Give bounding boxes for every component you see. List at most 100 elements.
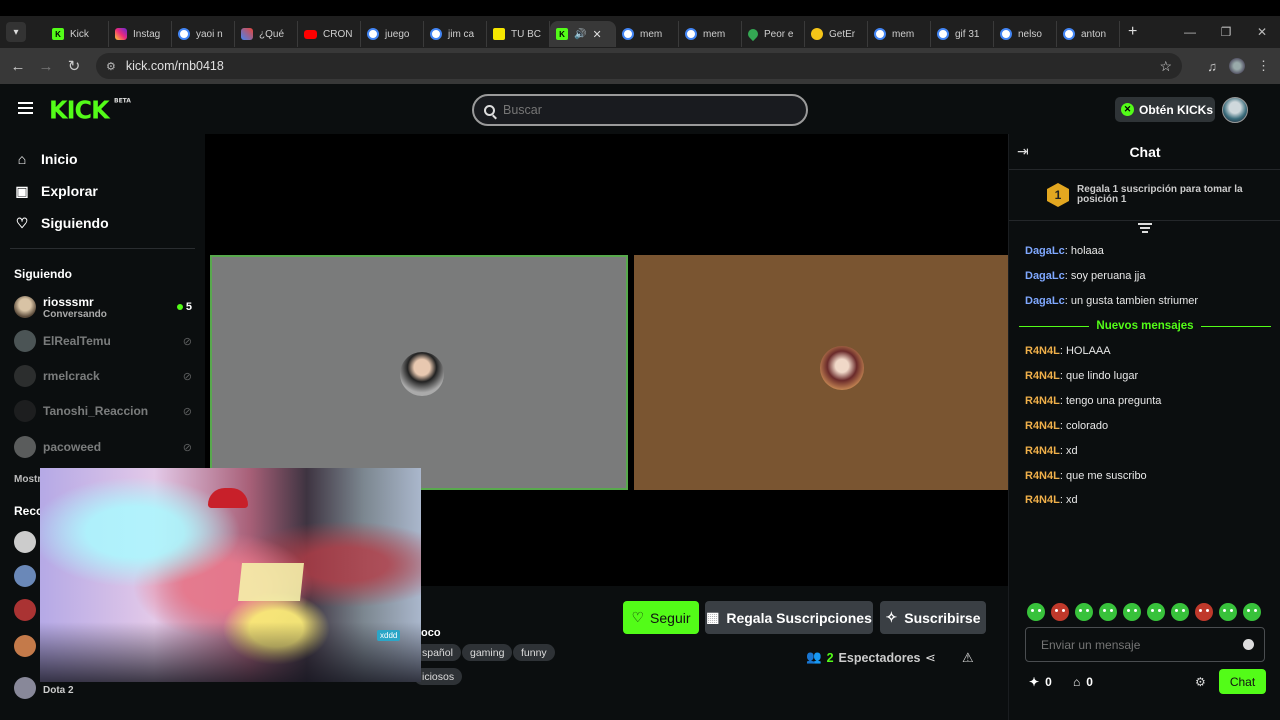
emote-icon[interactable] xyxy=(1099,603,1117,621)
browser-tab[interactable]: Peor e xyxy=(742,21,805,47)
address-bar[interactable]: ⚙ kick.com/rnb0418 ☆ xyxy=(96,53,1182,79)
follow-button[interactable]: ♡ Seguir xyxy=(623,601,699,634)
kicks-balance[interactable]: ✦ 0 xyxy=(1029,675,1052,689)
monitor-glow xyxy=(238,563,304,601)
tab-search-button[interactable]: ▾ xyxy=(6,22,26,42)
browser-tab[interactable]: gif 31 xyxy=(931,21,994,47)
chat-message: R4N4L: xd xyxy=(1025,494,1078,506)
close-window-icon[interactable]: ✕ xyxy=(1244,25,1280,39)
chat-username[interactable]: R4N4L xyxy=(1025,494,1060,506)
chat-username[interactable]: R4N4L xyxy=(1025,470,1060,482)
chat-username[interactable]: R4N4L xyxy=(1025,445,1060,457)
recommended-avatar[interactable] xyxy=(14,531,36,553)
emote-icon[interactable] xyxy=(1075,603,1093,621)
kick-logo[interactable]: KICK BETA xyxy=(49,95,131,124)
gift-leaderboard[interactable]: 1 Regala 1 suscripción para tomar la pos… xyxy=(1009,171,1280,221)
browser-tab[interactable]: jim ca xyxy=(424,21,487,47)
chat-username[interactable]: R4N4L xyxy=(1025,420,1060,432)
back-arrow-icon[interactable]: ← xyxy=(4,58,32,75)
tab-label: Instag xyxy=(133,28,161,40)
close-tab-icon[interactable]: ✕ xyxy=(592,28,601,41)
gift-icon: ▦ xyxy=(706,609,720,625)
tag-chip[interactable]: gaming xyxy=(462,644,513,661)
user-avatar[interactable] xyxy=(1222,97,1248,123)
chat-username[interactable]: R4N4L xyxy=(1025,395,1060,407)
chat-send-button[interactable]: Chat xyxy=(1219,669,1266,694)
browser-tab[interactable]: yaoi n xyxy=(172,21,235,47)
browser-menu-icon[interactable]: ⋮ xyxy=(1257,58,1270,74)
forward-arrow-icon[interactable]: → xyxy=(32,58,60,75)
browser-tab[interactable]: juego xyxy=(361,21,424,47)
browser-tab[interactable]: ¿Qué xyxy=(235,21,298,47)
emote-icon[interactable] xyxy=(1243,603,1261,621)
following-item-rmelcrack[interactable]: rmelcrack ⊘ xyxy=(14,365,192,387)
nav-following[interactable]: ♡ Siguiendo xyxy=(14,213,109,233)
chat-filter-icon[interactable] xyxy=(1138,221,1152,233)
profile-avatar-icon[interactable] xyxy=(1229,58,1245,74)
tab-label: mem xyxy=(640,28,663,40)
browser-tab[interactable]: nelso xyxy=(994,21,1057,47)
nav-explore[interactable]: ▣ Explorar xyxy=(14,181,97,201)
audio-icon[interactable]: 🔊 xyxy=(574,29,586,40)
tag-chip[interactable]: iciosos xyxy=(414,668,463,685)
chat-input-box[interactable] xyxy=(1025,627,1265,662)
store-balance[interactable]: ⌂ 0 xyxy=(1073,675,1093,689)
chat-username[interactable]: DagaLc xyxy=(1025,270,1065,282)
reload-icon[interactable]: ↻ xyxy=(60,57,88,75)
chat-username[interactable]: DagaLc xyxy=(1025,295,1065,307)
emoji-picker-icon[interactable] xyxy=(1243,639,1254,650)
following-item-pacoweed[interactable]: pacoweed ⊘ xyxy=(14,436,192,458)
tag-chip[interactable]: funny xyxy=(513,644,555,661)
browser-tab[interactable]: mem xyxy=(616,21,679,47)
chat-settings-gear-icon[interactable]: ⚙ xyxy=(1195,675,1206,689)
tab-label: anton xyxy=(1081,28,1107,40)
chat-username[interactable]: R4N4L xyxy=(1025,370,1060,382)
site-info-icon[interactable]: ⚙ xyxy=(106,60,116,73)
recommended-avatar[interactable] xyxy=(14,599,36,621)
recommended-avatar[interactable] xyxy=(14,677,36,699)
recommended-avatar[interactable] xyxy=(14,635,36,657)
hamburger-menu-icon[interactable] xyxy=(18,102,33,114)
browser-tab[interactable]: GetEr xyxy=(805,21,868,47)
get-kicks-label: Obtén KICKs xyxy=(1139,102,1214,117)
restore-icon[interactable]: ❐ xyxy=(1208,25,1244,39)
gift-subs-button[interactable]: ▦ Regala Suscripciones xyxy=(705,601,873,634)
minimize-icon[interactable]: — xyxy=(1172,25,1208,39)
media-control-icon[interactable]: ♫ xyxy=(1207,59,1217,74)
search-box[interactable] xyxy=(472,94,808,126)
browser-tab[interactable]: mem xyxy=(868,21,931,47)
chat-message-input[interactable] xyxy=(1041,637,1231,652)
emote-icon[interactable] xyxy=(1027,603,1045,621)
show-more-link[interactable]: Mostr xyxy=(14,474,41,485)
chat-username[interactable]: DagaLc xyxy=(1025,245,1065,257)
chat-username[interactable]: R4N4L xyxy=(1025,345,1060,357)
browser-tab-active[interactable]: K 🔊 ✕ xyxy=(550,21,616,47)
tag-chip[interactable]: spañol xyxy=(414,644,461,661)
emote-icon[interactable] xyxy=(1195,603,1213,621)
browser-tab[interactable]: anton xyxy=(1057,21,1120,47)
emote-icon[interactable] xyxy=(1051,603,1069,621)
browser-tab[interactable]: Instag xyxy=(109,21,172,47)
emote-icon[interactable] xyxy=(1219,603,1237,621)
emote-icon[interactable] xyxy=(1171,603,1189,621)
emote-icon[interactable] xyxy=(1123,603,1141,621)
following-item-tanoshi[interactable]: Tanoshi_Reaccion ⊘ xyxy=(14,400,192,422)
new-tab-plus-icon[interactable]: + xyxy=(1128,23,1137,41)
get-kicks-button[interactable]: ✕ Obtén KICKs xyxy=(1115,97,1215,122)
channel-name: pacoweed xyxy=(43,440,102,454)
search-input[interactable] xyxy=(503,103,783,117)
following-item-elrealtemu[interactable]: ElRealTemu ⊘ xyxy=(14,330,192,352)
nav-home[interactable]: ⌂ Inicio xyxy=(14,149,78,169)
emote-icon[interactable] xyxy=(1147,603,1165,621)
recommended-avatar[interactable] xyxy=(14,565,36,587)
browser-tab[interactable]: CRON xyxy=(298,21,361,47)
following-item-riosssmr[interactable]: riosssmr Conversando 5 xyxy=(14,294,192,320)
bookmark-star-icon[interactable]: ☆ xyxy=(1159,58,1172,75)
share-icon[interactable]: ⋖ xyxy=(925,650,936,666)
report-warning-icon[interactable]: ⚠ xyxy=(962,650,974,666)
google-favicon-icon xyxy=(622,28,634,40)
subscribe-button[interactable]: ✧ Suscribirse xyxy=(880,601,986,634)
browser-tab[interactable]: TU BC xyxy=(487,21,550,47)
browser-tab[interactable]: mem xyxy=(679,21,742,47)
browser-tab[interactable]: K Kick xyxy=(46,21,109,47)
